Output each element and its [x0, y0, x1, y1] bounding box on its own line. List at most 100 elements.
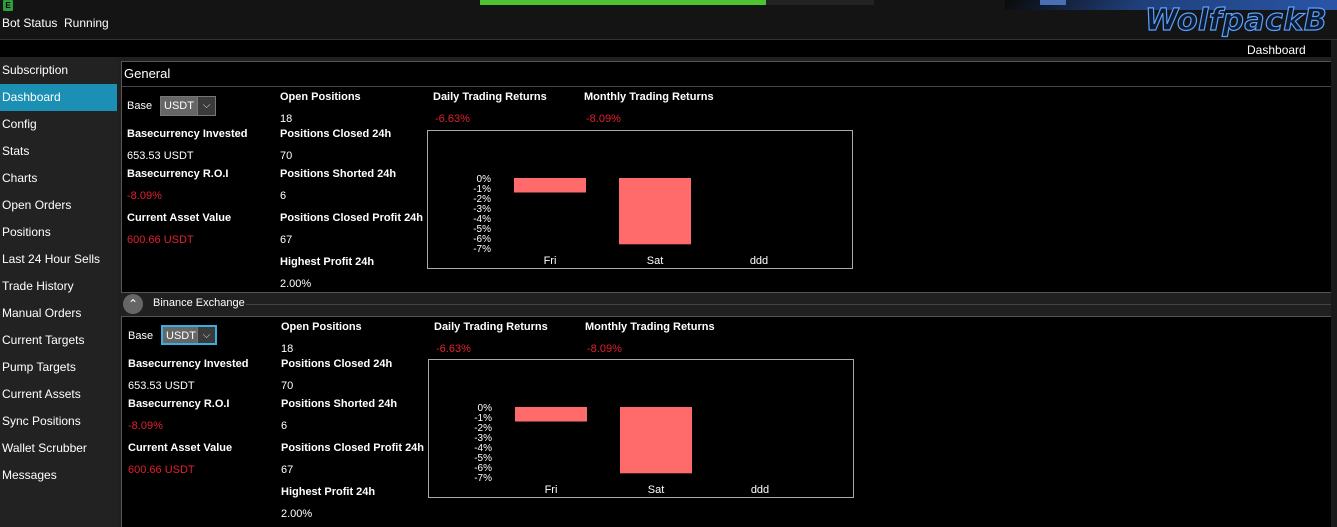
- sidebar-item-stats[interactable]: Stats: [0, 138, 117, 165]
- sidebar-item-open-orders[interactable]: Open Orders: [0, 192, 117, 219]
- positions-shorted-24h-value: 6: [281, 420, 288, 432]
- basecurrency-invested-label: Basecurrency Invested: [128, 358, 249, 370]
- current-asset-value: 600.66 USDT: [128, 464, 195, 476]
- sidebar-item-subscription[interactable]: Subscription: [0, 57, 117, 84]
- logo: WolfpackB: [1144, 2, 1328, 38]
- bar-sat: [619, 178, 691, 245]
- positions-closed-24h-label: Positions Closed 24h: [281, 358, 393, 370]
- positions-closed-24h-label: Positions Closed 24h: [280, 128, 392, 140]
- daily-returns-label: Daily Trading Returns: [434, 321, 548, 333]
- highest-profit-value: 2.00%: [281, 508, 313, 520]
- progress-bar: [480, 0, 874, 5]
- basecurrency-invested-value: 653.53 USDT: [128, 380, 195, 392]
- general-panel: General Base USDT ⌵ Basecurrency Investe…: [121, 61, 1337, 293]
- base-currency-value: USDT: [164, 100, 194, 112]
- x-tick-label: Sat: [647, 255, 664, 267]
- daily-returns-chart: 0% -1% -2% -3% -4% -5% -6% -7% Fri Sat ddd: [428, 359, 854, 498]
- chevron-up-icon[interactable]: ⌃: [123, 294, 143, 314]
- monthly-returns-label: Monthly Trading Returns: [584, 91, 714, 103]
- open-positions-label: Open Positions: [280, 91, 361, 103]
- chart-svg: 0%-1%-2%-3%-4%-5%-6%-7%Fri Sat ddd: [473, 174, 768, 267]
- bar-fri: [515, 407, 587, 422]
- open-positions-value: 18: [280, 113, 293, 125]
- bot-status-value: Running: [64, 16, 109, 30]
- chevron-down-icon[interactable]: ⌵: [197, 327, 215, 343]
- vertical-scrollbar[interactable]: [1331, 40, 1337, 527]
- base-label: Base: [128, 330, 154, 342]
- positions-closed-profit-label: Positions Closed Profit 24h: [280, 212, 424, 224]
- sidebar-item-messages[interactable]: Messages: [0, 462, 117, 489]
- base-currency-value: USDT: [166, 330, 196, 342]
- x-tick-label: Fri: [544, 255, 557, 267]
- basecurrency-roi-label: Basecurrency R.O.I: [128, 398, 230, 410]
- binance-exchange-group: ⌃ Binance Exchange: [121, 293, 1337, 315]
- positions-shorted-24h-value: 6: [280, 190, 287, 202]
- monthly-returns-value: -8.09%: [587, 343, 622, 355]
- basecurrency-roi-label: Basecurrency R.O.I: [127, 168, 229, 180]
- daily-returns-chart: 0% -1% -2% -3% -4% -5% -6% -7% Fri Sat ddd: [427, 130, 853, 269]
- basecurrency-invested-label: Basecurrency Invested: [127, 128, 248, 140]
- sidebar-item-config[interactable]: Config: [0, 111, 117, 138]
- positions-shorted-24h-label: Positions Shorted 24h: [280, 168, 397, 180]
- progress-fill: [480, 0, 766, 5]
- daily-returns-label: Daily Trading Returns: [433, 91, 547, 103]
- open-positions-value: 18: [281, 343, 294, 355]
- group-label: Binance Exchange: [153, 297, 245, 309]
- basecurrency-invested-value: 653.53 USDT: [127, 150, 194, 162]
- basecurrency-roi-value: -8.09%: [127, 190, 162, 202]
- monthly-returns-value: -8.09%: [586, 113, 621, 125]
- y-tick-label: -7%: [473, 244, 491, 255]
- current-asset-value: 600.66 USDT: [127, 234, 194, 246]
- basecurrency-roi-value: -8.09%: [128, 420, 163, 432]
- base-currency-select[interactable]: USDT ⌵: [161, 325, 217, 345]
- sidebar-item-wallet-scrubber[interactable]: Wallet Scrubber: [0, 435, 117, 462]
- sidebar-item-sync-positions[interactable]: Sync Positions: [0, 408, 117, 435]
- logo-knob: [1040, 0, 1066, 5]
- sidebar-item-dashboard[interactable]: Dashboard: [0, 84, 117, 111]
- positions-closed-24h-value: 70: [281, 380, 294, 392]
- app-icon: E: [3, 0, 13, 11]
- chart-svg: 0%-1%-2%-3%-4%-5%-6%-7%Fri Sat ddd: [474, 403, 769, 496]
- x-tick-label: Fri: [545, 484, 558, 496]
- current-asset-value-label: Current Asset Value: [128, 442, 233, 454]
- base-currency-select[interactable]: USDT ⌵: [160, 96, 216, 116]
- title-bar: E Bot Status Running WolfpackB: [0, 0, 1337, 40]
- x-tick-label: ddd: [750, 255, 768, 267]
- daily-returns-value: -6.63%: [435, 113, 470, 125]
- sidebar-item-last-24-hour-sells[interactable]: Last 24 Hour Sells: [0, 246, 117, 273]
- sidebar-item-positions[interactable]: Positions: [0, 219, 117, 246]
- positions-closed-profit-value: 67: [281, 464, 294, 476]
- open-positions-label: Open Positions: [281, 321, 362, 333]
- logo-banner: WolfpackB: [1005, 0, 1337, 40]
- general-panel-header: General: [122, 62, 1337, 87]
- highest-profit-value: 2.00%: [280, 278, 312, 290]
- main-content: General Base USDT ⌵ Basecurrency Investe…: [117, 57, 1337, 527]
- daily-returns-value: -6.63%: [436, 343, 471, 355]
- group-divider: [246, 304, 1337, 305]
- positions-closed-24h-value: 70: [280, 150, 293, 162]
- sidebar-item-pump-targets[interactable]: Pump Targets: [0, 354, 117, 381]
- x-tick-label: Sat: [648, 484, 665, 496]
- sidebar: Subscription Dashboard Config Stats Char…: [0, 57, 117, 527]
- base-label: Base: [127, 100, 153, 112]
- chevron-down-icon[interactable]: ⌵: [197, 97, 215, 115]
- panel-title: General: [124, 66, 171, 81]
- monthly-returns-label: Monthly Trading Returns: [585, 321, 715, 333]
- bot-status-label: Bot Status: [2, 16, 58, 30]
- current-asset-value-label: Current Asset Value: [127, 212, 232, 224]
- positions-closed-profit-value: 67: [280, 234, 293, 246]
- x-tick-label: ddd: [751, 484, 769, 496]
- positions-closed-profit-label: Positions Closed Profit 24h: [281, 442, 425, 454]
- y-tick-label: -7%: [474, 473, 492, 484]
- sidebar-item-current-assets[interactable]: Current Assets: [0, 381, 117, 408]
- sidebar-item-trade-history[interactable]: Trade History: [0, 273, 117, 300]
- page-title: Dashboard: [1247, 43, 1306, 57]
- positions-shorted-24h-label: Positions Shorted 24h: [281, 398, 398, 410]
- sidebar-item-charts[interactable]: Charts: [0, 165, 117, 192]
- highest-profit-label: Highest Profit 24h: [281, 486, 376, 498]
- sidebar-item-manual-orders[interactable]: Manual Orders: [0, 300, 117, 327]
- bar-sat: [620, 407, 692, 474]
- bar-fri: [514, 178, 586, 193]
- highest-profit-label: Highest Profit 24h: [280, 256, 375, 268]
- sidebar-item-current-targets[interactable]: Current Targets: [0, 327, 117, 354]
